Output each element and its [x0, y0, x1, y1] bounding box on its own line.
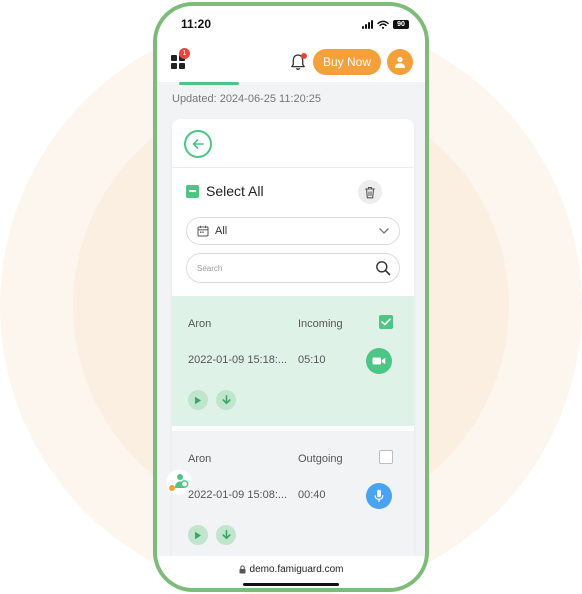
status-icons: 90 — [362, 19, 409, 29]
call-record-row[interactable]: Aron Outgoing 2022-01-09 15:08:... 00:40 — [172, 431, 414, 561]
download-button[interactable] — [216, 525, 236, 545]
updated-timestamp: Updated: 2024-06-25 11:20:25 — [172, 93, 322, 105]
phone-frame: 11:20 90 1 Buy Now Updated: 2024-06-25 1… — [153, 2, 429, 592]
app-header: 1 Buy Now — [157, 42, 425, 82]
call-record-row[interactable]: Aron Incoming 2022-01-09 15:18:... 05:10 — [172, 296, 414, 426]
select-all-checkbox[interactable] — [186, 184, 199, 198]
calendar-icon — [197, 225, 209, 237]
download-icon — [221, 530, 231, 540]
chevron-down-icon — [379, 228, 389, 234]
search-box[interactable] — [186, 253, 400, 283]
call-duration: 05:10 — [298, 354, 326, 366]
battery-icon: 90 — [393, 19, 409, 29]
wifi-icon — [377, 20, 389, 29]
delete-button[interactable] — [358, 180, 382, 204]
call-direction: Outgoing — [298, 453, 343, 465]
play-icon — [195, 531, 201, 539]
arrow-left-icon — [192, 139, 204, 149]
checkmark-icon — [381, 318, 391, 326]
filter-value: All — [215, 225, 228, 237]
trash-icon — [364, 186, 376, 198]
call-records-card: Select All All Search Aron Incoming 2022… — [172, 119, 414, 579]
select-all-toggle[interactable]: Select All — [186, 183, 264, 199]
signal-icon — [362, 19, 373, 29]
avatar[interactable] — [387, 49, 413, 75]
notification-badge: 1 — [179, 48, 190, 59]
microphone-icon — [374, 489, 384, 502]
status-time: 11:20 — [181, 17, 212, 31]
active-tab-indicator — [179, 82, 239, 85]
contact-name: Aron — [188, 318, 212, 330]
date-filter-select[interactable]: All — [186, 217, 400, 245]
card-divider — [172, 167, 414, 168]
grid-icon[interactable]: 1 — [171, 48, 190, 69]
video-call-badge — [366, 348, 392, 374]
home-indicator — [243, 583, 339, 586]
search-icon[interactable] — [375, 260, 391, 276]
bell-icon[interactable] — [289, 52, 307, 72]
download-icon — [221, 395, 231, 405]
video-icon — [372, 357, 386, 365]
assistant-icon — [166, 469, 192, 495]
call-direction: Incoming — [298, 318, 343, 330]
url-row[interactable]: demo.famiguard.com — [239, 564, 344, 575]
record-checkbox[interactable] — [379, 315, 393, 329]
contact-name: Aron — [188, 453, 212, 465]
lock-icon — [239, 565, 246, 574]
browser-address-bar: demo.famiguard.com — [157, 556, 425, 588]
record-checkbox[interactable] — [379, 450, 393, 464]
back-button[interactable] — [184, 130, 212, 158]
status-bar: 11:20 90 — [157, 6, 425, 42]
url-text: demo.famiguard.com — [249, 564, 344, 575]
user-icon — [395, 56, 405, 68]
call-datetime: 2022-01-09 15:18:... — [188, 354, 288, 366]
bell-alert-dot — [300, 53, 307, 59]
floating-assistant-button[interactable] — [166, 469, 192, 495]
search-input[interactable] — [197, 263, 375, 273]
download-button[interactable] — [216, 390, 236, 410]
buy-now-button[interactable]: Buy Now — [312, 49, 381, 75]
play-button[interactable] — [188, 525, 208, 545]
call-duration: 00:40 — [298, 489, 326, 501]
call-datetime: 2022-01-09 15:08:... — [188, 489, 288, 501]
audio-call-badge — [366, 483, 392, 509]
select-all-label: Select All — [206, 183, 264, 199]
play-button[interactable] — [188, 390, 208, 410]
play-icon — [195, 396, 201, 404]
